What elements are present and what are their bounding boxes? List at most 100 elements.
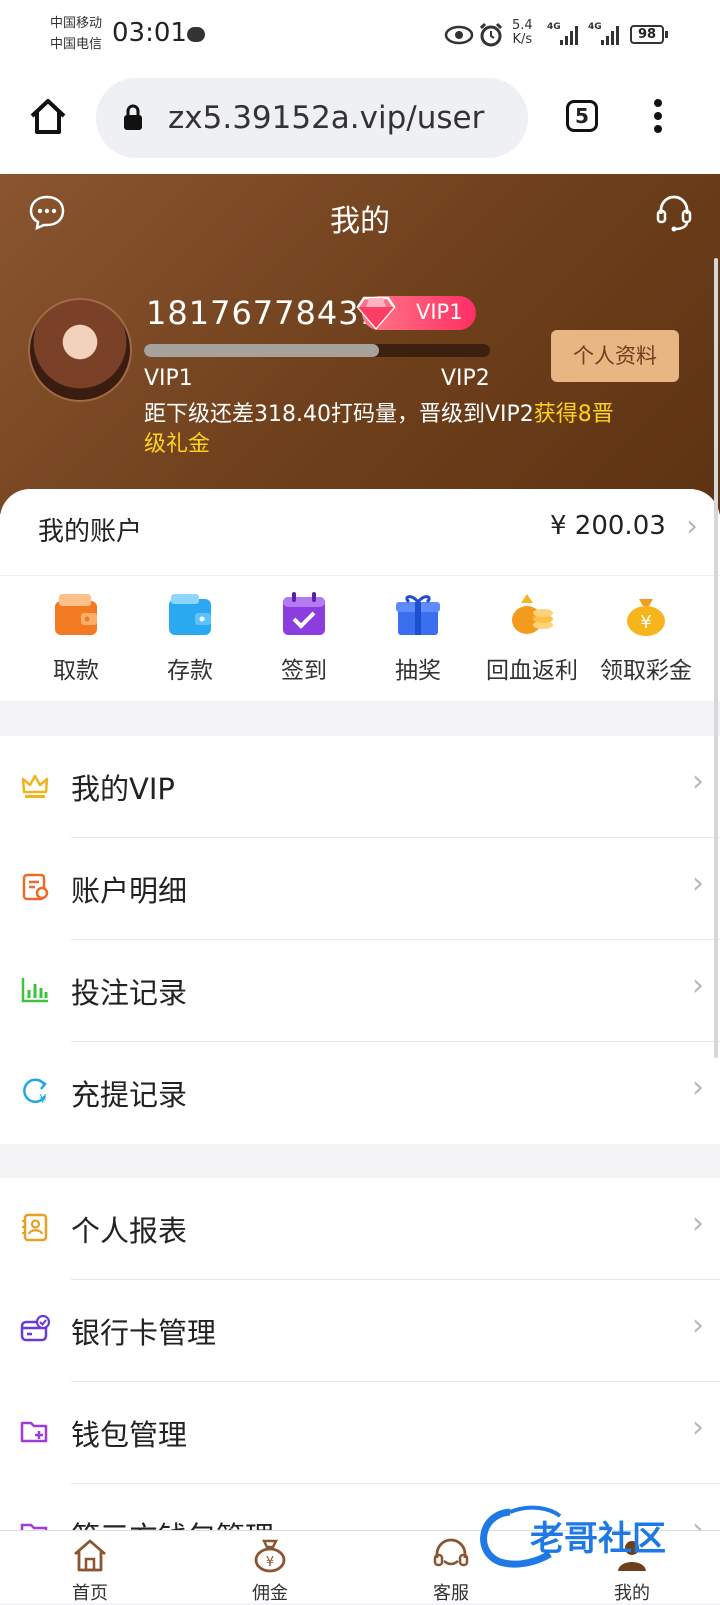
signal-2-icon <box>601 26 619 45</box>
carrier-1: 中国移动 <box>50 16 103 31</box>
account-card: 我的账户 ¥ 200.03 › 取款 存款 签到 抽奖 回血返利 ¥ 领取彩金 <box>0 489 720 701</box>
quick-action-label: 签到 <box>281 658 327 684</box>
vip-level-badge: VIP1 <box>356 296 476 330</box>
vip-progress-fill <box>144 344 380 357</box>
wallet-folder-icon <box>20 1421 48 1443</box>
eye-icon <box>444 25 474 45</box>
svg-text:¥: ¥ <box>640 612 651 633</box>
personal-info-button[interactable]: 个人资料 <box>551 330 679 382</box>
wallet-withdraw-icon <box>55 594 97 635</box>
carrier-2: 中国电信 <box>50 37 103 52</box>
money-bag-icon: ¥ <box>627 599 665 636</box>
menu-item-recharge-records[interactable]: ¥ 充提记录 › <box>0 1042 720 1144</box>
alarm-icon <box>479 22 503 47</box>
menu-label: 钱包管理 <box>71 1418 188 1452</box>
quick-action-label: 抽奖 <box>395 658 441 684</box>
quick-action-label: 回血返利 <box>486 658 578 684</box>
svg-text:¥: ¥ <box>39 1092 47 1106</box>
report-icon <box>22 1213 48 1242</box>
nav-item-commission[interactable]: ¥ 佣金 <box>210 1537 330 1605</box>
lock-icon <box>124 104 142 130</box>
account-detail-icon <box>22 873 49 901</box>
nav-label: 我的 <box>614 1583 650 1604</box>
menu-item-wallet[interactable]: 钱包管理 › <box>0 1382 720 1484</box>
chevron-right-icon: › <box>692 1206 704 1241</box>
my-account-row[interactable]: 我的账户 ¥ 200.03 › <box>0 489 720 576</box>
scrollbar[interactable] <box>714 258 718 1058</box>
menu-label: 充提记录 <box>71 1078 188 1112</box>
quick-action-deposit[interactable]: 存款 <box>134 589 246 685</box>
level-current: VIP1 <box>144 366 193 391</box>
crown-icon <box>21 774 49 798</box>
net-speed: 5.4 K/s <box>512 19 533 47</box>
net-speed-value: 5.4 <box>512 18 533 33</box>
chevron-right-icon: › <box>692 1410 704 1445</box>
bank-card-icon <box>20 1314 50 1342</box>
chevron-right-icon: › <box>692 1308 704 1343</box>
vip-badge-label: VIP1 <box>416 300 463 324</box>
url-bar[interactable]: zx5.39152a.vip/user <box>96 78 528 158</box>
avatar[interactable] <box>28 298 132 402</box>
menu-label: 投注记录 <box>71 976 188 1010</box>
menu-group-records: 我的VIP › 账户明细 › 投注记录 › ¥ 充提记录 › <box>0 736 720 1144</box>
net-type-2: 4G <box>588 22 602 32</box>
menu-label: 银行卡管理 <box>71 1316 217 1350</box>
watermark-logo: 老哥社区 <box>480 1505 666 1568</box>
menu-label: 第三方钱包管理 <box>71 1514 274 1530</box>
vip-progress-bar <box>144 344 490 357</box>
level-next: VIP2 <box>441 366 490 391</box>
chevron-right-icon: › <box>686 509 698 544</box>
svg-text:老哥社区: 老哥社区 <box>530 1519 666 1559</box>
nav-label: 佣金 <box>252 1583 288 1604</box>
battery-level: 98 <box>637 27 657 42</box>
nav-item-home[interactable]: 首页 <box>30 1537 150 1605</box>
quick-action-checkin[interactable]: 签到 <box>248 589 360 685</box>
chevron-right-icon: › <box>692 764 704 799</box>
third-wallet-icon <box>20 1523 48 1530</box>
menu-label: 账户明细 <box>71 874 188 908</box>
net-type-1: 4G <box>547 22 561 32</box>
account-label: 我的账户 <box>38 517 143 547</box>
browser-toolbar: zx5.39152a.vip/user 5 <box>0 70 720 174</box>
headset-icon <box>433 1538 469 1567</box>
menu-item-my-vip[interactable]: 我的VIP › <box>0 736 720 838</box>
upgrade-message: 距下级还差318.40打码量，晋级到VIP2获得8晋级礼金 <box>144 400 614 460</box>
wallet-deposit-icon <box>169 594 211 635</box>
net-speed-unit: K/s <box>512 32 533 47</box>
svg-text:¥: ¥ <box>266 1555 274 1570</box>
menu-group-management: 个人报表 › 银行卡管理 › 钱包管理 › 第三方钱包管理 › <box>0 1178 720 1530</box>
gift-lottery-icon <box>396 595 440 635</box>
message-bubble-icon <box>187 27 205 42</box>
nav-label: 客服 <box>433 1583 469 1604</box>
upgrade-message-text: 距下级还差318.40打码量，晋级到VIP2 <box>144 402 534 427</box>
customer-service-icon[interactable] <box>654 192 694 232</box>
profile-header: 我的 18176778431 VIP1 VIP1 VIP2 距下级还差318.4… <box>0 174 720 514</box>
home-icon[interactable] <box>28 96 68 136</box>
quick-action-label: 取款 <box>53 658 99 684</box>
coins-rebate-icon <box>512 594 553 634</box>
menu-item-personal-report[interactable]: 个人报表 › <box>0 1178 720 1280</box>
chevron-right-icon: › <box>692 1070 704 1105</box>
battery-icon: 98 <box>630 25 664 44</box>
menu-item-bank-card[interactable]: 银行卡管理 › <box>0 1280 720 1382</box>
menu-label: 我的VIP <box>71 772 175 806</box>
quick-action-rebate[interactable]: 回血返利 <box>476 589 588 685</box>
nav-label: 首页 <box>72 1583 108 1604</box>
account-balance: ¥ 200.03 <box>550 511 666 541</box>
quick-action-claim-bonus[interactable]: ¥ 领取彩金 <box>590 589 702 685</box>
more-menu-icon[interactable] <box>652 98 664 134</box>
menu-item-bet-records[interactable]: 投注记录 › <box>0 940 720 1042</box>
diamond-icon <box>356 296 396 330</box>
url-text[interactable]: zx5.39152a.vip/user <box>168 100 484 136</box>
quick-action-lottery[interactable]: 抽奖 <box>362 589 474 685</box>
page-title: 我的 <box>330 204 390 239</box>
status-bar: 中国移动 中国电信 03:01 5.4 K/s 4G 4G 98 <box>0 0 720 70</box>
menu-item-account-detail[interactable]: 账户明细 › <box>0 838 720 940</box>
clock: 03:01 <box>112 18 187 48</box>
tab-switcher-button[interactable]: 5 <box>566 100 598 132</box>
chevron-right-icon: › <box>692 968 704 1003</box>
quick-action-withdraw[interactable]: 取款 <box>20 589 132 685</box>
battery-tip <box>665 31 668 38</box>
calendar-checkin-icon <box>283 592 325 635</box>
bar-chart-icon <box>21 978 48 1003</box>
